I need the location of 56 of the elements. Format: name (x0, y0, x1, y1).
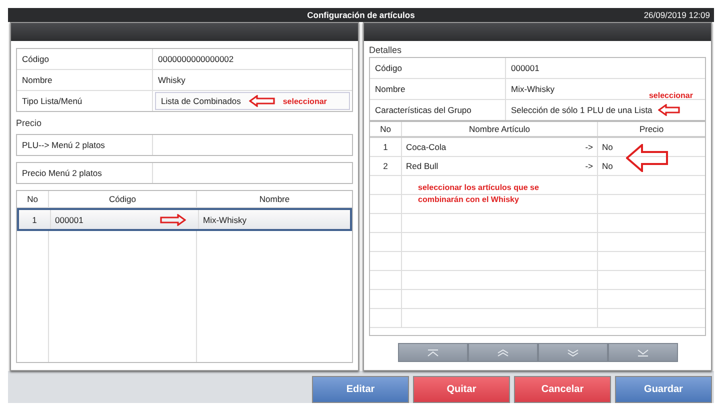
action-button[interactable]: Editar (312, 376, 409, 403)
annotation-text: seleccionar los artículos que se combinarán con el Whisky (418, 182, 540, 206)
section-label: Detalles (369, 44, 403, 57)
section-label: Precio (16, 117, 43, 130)
table-cell: No (602, 142, 613, 152)
column-header: Precio (638, 123, 665, 136)
action-button[interactable]: Guardar (615, 376, 712, 403)
last-page-button[interactable] (608, 343, 678, 362)
table-cell: 1 (19, 210, 51, 229)
column-header: No (370, 122, 402, 136)
arrow-text: -> (585, 161, 593, 171)
field-value: Whisky (157, 74, 186, 87)
date-time: 26/09/2019 12:09 (644, 10, 710, 20)
prev-page-button[interactable] (468, 343, 538, 362)
field-label: Código (17, 49, 153, 69)
arrow-right-icon (160, 214, 186, 226)
field-label: Nombre (370, 79, 506, 99)
arrow-left-icon (248, 95, 275, 107)
next-page-button[interactable] (538, 343, 608, 362)
list-type-select[interactable]: Lista de Combinados seleccionar (155, 92, 350, 110)
column-header: No (17, 191, 49, 207)
arrow-left-icon (626, 144, 668, 172)
field-label: Precio Menú 2 platos (17, 163, 153, 183)
field-value: Selección de sólo 1 PLU de una Lista (511, 105, 652, 115)
field-value: Mix-Whisky (511, 84, 554, 94)
annotation-text: seleccionar (648, 91, 693, 100)
column-header: Nombre Artículo (402, 122, 598, 136)
field-label: PLU--> Menú 2 platos (17, 135, 153, 155)
arrow-left-icon (658, 104, 680, 116)
arrow-text: -> (585, 142, 593, 152)
table-cell: Coca-Cola (406, 142, 446, 152)
action-button[interactable]: Quitar (413, 376, 510, 403)
table-cell: No (602, 161, 613, 171)
table-cell-text: Mix-Whisky (202, 214, 248, 227)
table-cell: 000001 (55, 214, 84, 224)
double-chevron-icon (496, 348, 510, 356)
field-label: Características del Grupo (370, 100, 506, 120)
column-header: Nombre (258, 193, 291, 206)
action-button[interactable]: Cancelar (514, 376, 611, 403)
field-value: 0000000000000002 (157, 53, 235, 66)
double-chevron-icon (566, 348, 580, 356)
bar-chevron-icon (636, 348, 650, 356)
table-row[interactable]: 1 000001 Mix-Whisky (17, 208, 352, 231)
annotation-text: seleccionar (282, 96, 327, 106)
table-cell: 1 (370, 138, 402, 156)
window-title: Configuración de artículos (307, 10, 415, 20)
table-cell: 2 (370, 157, 402, 175)
field-label: Nombre (17, 70, 153, 90)
table-cell: Red Bull (406, 161, 438, 171)
field-label: Código (370, 58, 506, 78)
select-value: Lista de Combinados (161, 96, 241, 106)
column-header: Código (49, 191, 197, 207)
field-value: 000001 (511, 63, 540, 73)
field-label: Tipo Lista/Menú (17, 91, 153, 111)
first-page-button[interactable] (398, 343, 468, 362)
bar-chevron-icon (426, 348, 440, 356)
